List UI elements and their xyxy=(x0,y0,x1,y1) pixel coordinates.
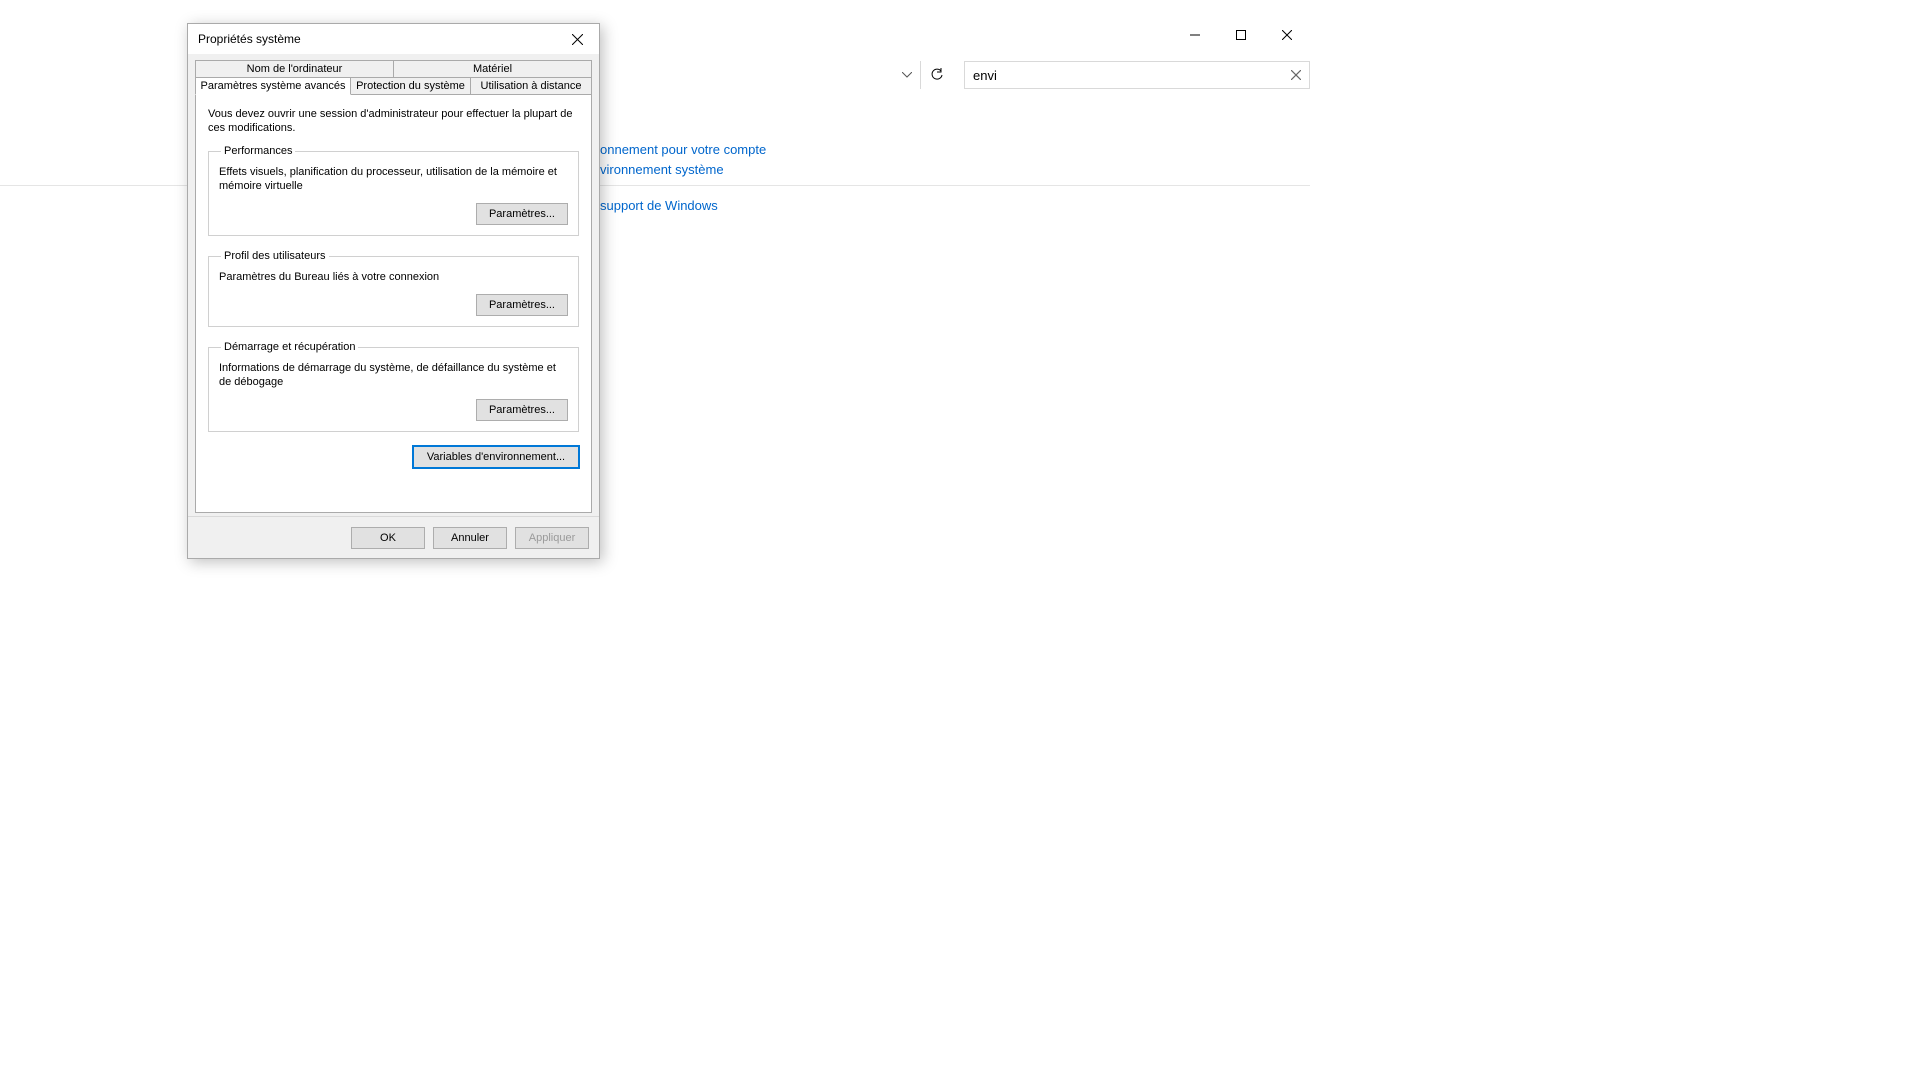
search-results: onnement pour votre compte vironnement s… xyxy=(600,140,766,180)
performance-desc: Effets visuels, planification du process… xyxy=(219,165,568,193)
clear-search-button[interactable] xyxy=(1288,67,1304,83)
tab-row-bottom: Paramètres système avancés Protection du… xyxy=(195,77,592,95)
minimize-button[interactable] xyxy=(1172,20,1218,50)
refresh-button[interactable] xyxy=(920,61,952,89)
performance-legend: Performances xyxy=(221,145,295,157)
tab-row-top: Nom de l'ordinateur Matériel xyxy=(195,60,592,78)
help-link[interactable]: support de Windows xyxy=(600,198,718,213)
tab-remote[interactable]: Utilisation à distance xyxy=(471,77,592,95)
tab-hardware[interactable]: Matériel xyxy=(394,60,592,78)
result-link-account[interactable]: onnement pour votre compte xyxy=(600,140,766,160)
tab-system-protection[interactable]: Protection du système xyxy=(351,77,471,95)
maximize-button[interactable] xyxy=(1218,20,1264,50)
search-input[interactable] xyxy=(964,61,1310,89)
ok-button[interactable]: OK xyxy=(351,527,425,549)
startup-recovery-legend: Démarrage et récupération xyxy=(221,341,358,353)
window-controls xyxy=(1172,20,1310,50)
startup-recovery-settings-button[interactable]: Paramètres... xyxy=(476,399,568,421)
tab-advanced[interactable]: Paramètres système avancés xyxy=(195,77,351,95)
startup-recovery-group: Démarrage et récupération Informations d… xyxy=(208,341,579,432)
result-link-system[interactable]: vironnement système xyxy=(600,160,766,180)
close-icon[interactable] xyxy=(555,24,599,54)
cancel-button[interactable]: Annuler xyxy=(433,527,507,549)
user-profiles-group: Profil des utilisateurs Paramètres du Bu… xyxy=(208,250,579,327)
system-properties-dialog: Propriétés système Nom de l'ordinateur M… xyxy=(187,23,600,559)
user-profiles-settings-button[interactable]: Paramètres... xyxy=(476,294,568,316)
dialog-title: Propriétés système xyxy=(198,32,301,46)
address-search-bar xyxy=(894,61,1310,89)
address-dropdown-button[interactable] xyxy=(894,61,920,89)
user-profiles-desc: Paramètres du Bureau liés à votre connex… xyxy=(219,270,568,284)
dialog-footer: OK Annuler Appliquer xyxy=(188,516,599,558)
tab-computer-name[interactable]: Nom de l'ordinateur xyxy=(195,60,394,78)
admin-note: Vous devez ouvrir une session d'administ… xyxy=(208,107,579,135)
user-profiles-legend: Profil des utilisateurs xyxy=(221,250,329,262)
startup-recovery-desc: Informations de démarrage du système, de… xyxy=(219,361,568,389)
tab-panel-advanced: Vous devez ouvrir une session d'administ… xyxy=(195,94,592,513)
performance-settings-button[interactable]: Paramètres... xyxy=(476,203,568,225)
close-button[interactable] xyxy=(1264,20,1310,50)
apply-button[interactable]: Appliquer xyxy=(515,527,589,549)
dialog-titlebar[interactable]: Propriétés système xyxy=(188,24,599,54)
environment-variables-button[interactable]: Variables d'environnement... xyxy=(413,446,579,468)
performance-group: Performances Effets visuels, planificati… xyxy=(208,145,579,236)
